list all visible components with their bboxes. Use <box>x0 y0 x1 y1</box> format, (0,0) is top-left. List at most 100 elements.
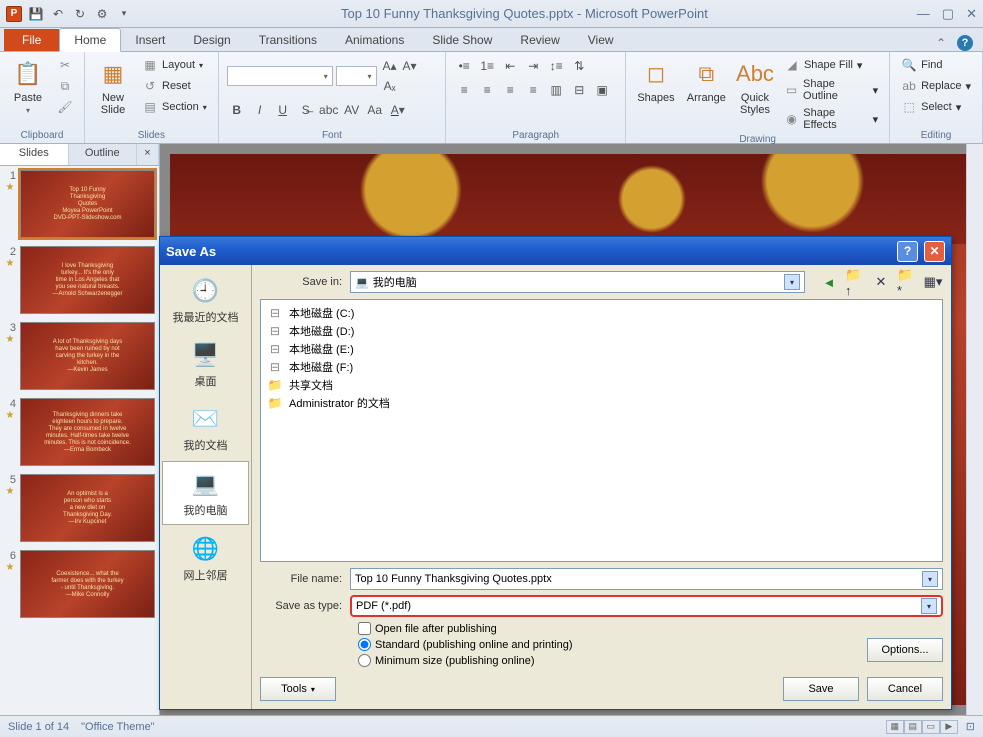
fit-window-icon[interactable]: ⊡ <box>966 720 975 733</box>
shapes-button[interactable]: ◻Shapes <box>634 56 678 106</box>
layout-button[interactable]: ▦Layout ▾ <box>139 56 210 74</box>
place-网上邻居[interactable]: 🌐网上邻居 <box>162 527 249 589</box>
sorter-view-icon[interactable]: ▤ <box>904 720 922 734</box>
file-item[interactable]: 📁共享文档 <box>265 376 938 394</box>
underline-icon[interactable]: U <box>273 100 293 120</box>
place-我的文档[interactable]: ✉️我的文档 <box>162 397 249 459</box>
slide-thumbnail[interactable]: 1★Top 10 FunnyThanksgivingQuotesMoyea Po… <box>4 170 155 238</box>
tools-button[interactable]: Tools ▾ <box>260 677 336 701</box>
find-button[interactable]: 🔍Find <box>898 56 974 74</box>
cancel-button[interactable]: Cancel <box>867 677 943 701</box>
replace-button[interactable]: abReplace ▾ <box>898 77 974 95</box>
columns-icon[interactable]: ▥ <box>546 80 566 100</box>
align-center-icon[interactable]: ≡ <box>477 80 497 100</box>
maximize-icon[interactable]: ▢ <box>942 6 954 22</box>
numbering-icon[interactable]: 1≡ <box>477 56 497 76</box>
tab-design[interactable]: Design <box>179 29 244 51</box>
shape-outline-button[interactable]: ▭Shape Outline ▾ <box>781 77 881 103</box>
dialog-titlebar[interactable]: Save As ? ✕ <box>160 237 951 265</box>
optimize-minimum-radio[interactable]: Minimum size (publishing online) <box>358 654 573 667</box>
grow-font-icon[interactable]: A▴ <box>380 56 400 76</box>
save-in-combo[interactable]: 💻 我的电脑 ▾ <box>350 271 805 293</box>
tab-insert[interactable]: Insert <box>121 29 179 51</box>
paste-button[interactable]: 📋 Paste ▾ <box>8 56 48 117</box>
spacing-icon[interactable]: AV <box>342 100 362 120</box>
qat-dropdown-icon[interactable]: ▾ <box>116 6 132 22</box>
close-window-icon[interactable]: ✕ <box>966 6 977 22</box>
arrange-button[interactable]: ⧉Arrange <box>684 56 729 106</box>
slide-thumbnail[interactable]: 5★An optimist is aperson who startsa new… <box>4 474 155 542</box>
views-icon[interactable]: ▦▾ <box>923 272 943 292</box>
align-left-icon[interactable]: ≡ <box>454 80 474 100</box>
quick-styles-button[interactable]: AbcQuick Styles <box>735 56 775 118</box>
indent-dec-icon[interactable]: ⇤ <box>500 56 520 76</box>
thumbnails-list[interactable]: 1★Top 10 FunnyThanksgivingQuotesMoyea Po… <box>0 166 159 715</box>
line-spacing-icon[interactable]: ↕≡ <box>546 56 566 76</box>
save-icon[interactable]: 💾 <box>28 6 44 22</box>
font-size-combo[interactable]: ▾ <box>336 66 377 86</box>
italic-icon[interactable]: I <box>250 100 270 120</box>
indent-inc-icon[interactable]: ⇥ <box>523 56 543 76</box>
select-button[interactable]: ⬚Select ▾ <box>898 98 974 116</box>
shadow-icon[interactable]: abc <box>319 100 339 120</box>
tab-animations[interactable]: Animations <box>331 29 418 51</box>
justify-icon[interactable]: ≡ <box>523 80 543 100</box>
save-button[interactable]: Save <box>783 677 859 701</box>
file-item[interactable]: ⊟本地磁盘 (C:) <box>265 304 938 322</box>
slideshow-view-icon[interactable]: ▶ <box>940 720 958 734</box>
file-item[interactable]: ⊟本地磁盘 (D:) <box>265 322 938 340</box>
redo-icon[interactable]: ↻ <box>72 6 88 22</box>
open-after-checkbox[interactable]: Open file after publishing <box>358 622 943 635</box>
place-我的电脑[interactable]: 💻我的电脑 <box>162 461 249 525</box>
place-桌面[interactable]: 🖥️桌面 <box>162 333 249 395</box>
minimize-icon[interactable]: — <box>917 6 930 22</box>
slide-thumbnail[interactable]: 3★A lot of Thanksgiving dayshave been ru… <box>4 322 155 390</box>
bold-icon[interactable]: B <box>227 100 247 120</box>
file-item[interactable]: 📁Administrator 的文档 <box>265 394 938 412</box>
place-我最近的文档[interactable]: 🕘我最近的文档 <box>162 269 249 331</box>
file-item[interactable]: ⊟本地磁盘 (F:) <box>265 358 938 376</box>
font-color-icon[interactable]: A▾ <box>388 100 408 120</box>
copy-button[interactable]: ⧉ <box>54 77 76 95</box>
shrink-font-icon[interactable]: A▾ <box>400 56 420 76</box>
text-direction-icon[interactable]: ⇅ <box>569 56 589 76</box>
tab-slideshow[interactable]: Slide Show <box>418 29 506 51</box>
section-button[interactable]: ▤Section ▾ <box>139 98 210 116</box>
align-text-icon[interactable]: ⊟ <box>569 80 589 100</box>
smartart-icon[interactable]: ▣ <box>592 80 612 100</box>
up-icon[interactable]: 📁↑ <box>845 272 865 292</box>
file-item[interactable]: ⊟本地磁盘 (E:) <box>265 340 938 358</box>
delete-icon[interactable]: ✕ <box>871 272 891 292</box>
slide-thumbnail[interactable]: 4★Thanksgiving dinners takeeighteen hour… <box>4 398 155 466</box>
file-tab[interactable]: File <box>4 29 59 51</box>
filename-field[interactable]: Top 10 Funny Thanksgiving Quotes.pptx ▾ <box>350 568 943 590</box>
options-button[interactable]: Options... <box>867 638 943 662</box>
save-as-type-combo[interactable]: PDF (*.pdf) ▾ <box>350 595 943 617</box>
slide-thumbnail[interactable]: 2★I love Thanksgivingturkey... It's the … <box>4 246 155 314</box>
format-painter-button[interactable]: 🖌 <box>54 98 76 116</box>
reading-view-icon[interactable]: ▭ <box>922 720 940 734</box>
slide-thumbnail[interactable]: 6★Coexistence... what thefarmer does wit… <box>4 550 155 618</box>
slides-tab[interactable]: Slides <box>0 144 69 165</box>
dialog-close-icon[interactable]: ✕ <box>924 241 945 262</box>
clear-format-icon[interactable]: Aₓ <box>380 76 400 96</box>
strike-icon[interactable]: S̶ <box>296 100 316 120</box>
back-icon[interactable]: ◄ <box>819 272 839 292</box>
vertical-scrollbar[interactable] <box>966 144 983 715</box>
undo-icon[interactable]: ↶ <box>50 6 66 22</box>
align-right-icon[interactable]: ≡ <box>500 80 520 100</box>
dialog-help-icon[interactable]: ? <box>897 241 918 262</box>
shape-effects-button[interactable]: ◉Shape Effects ▾ <box>781 106 881 132</box>
shape-fill-button[interactable]: ◢Shape Fill ▾ <box>781 56 881 74</box>
help-icon[interactable]: ? <box>957 35 973 51</box>
file-list[interactable]: ⊟本地磁盘 (C:)⊟本地磁盘 (D:)⊟本地磁盘 (E:)⊟本地磁盘 (F:)… <box>260 299 943 562</box>
optimize-standard-radio[interactable]: Standard (publishing online and printing… <box>358 638 573 651</box>
case-icon[interactable]: Aa <box>365 100 385 120</box>
font-family-combo[interactable]: ▾ <box>227 66 333 86</box>
minimize-ribbon-icon[interactable]: ⌃ <box>933 35 949 51</box>
outline-tab[interactable]: Outline <box>69 144 138 165</box>
tab-view[interactable]: View <box>574 29 628 51</box>
cut-button[interactable]: ✂ <box>54 56 76 74</box>
new-slide-button[interactable]: ▦ New Slide <box>93 56 133 118</box>
normal-view-icon[interactable]: ▦ <box>886 720 904 734</box>
